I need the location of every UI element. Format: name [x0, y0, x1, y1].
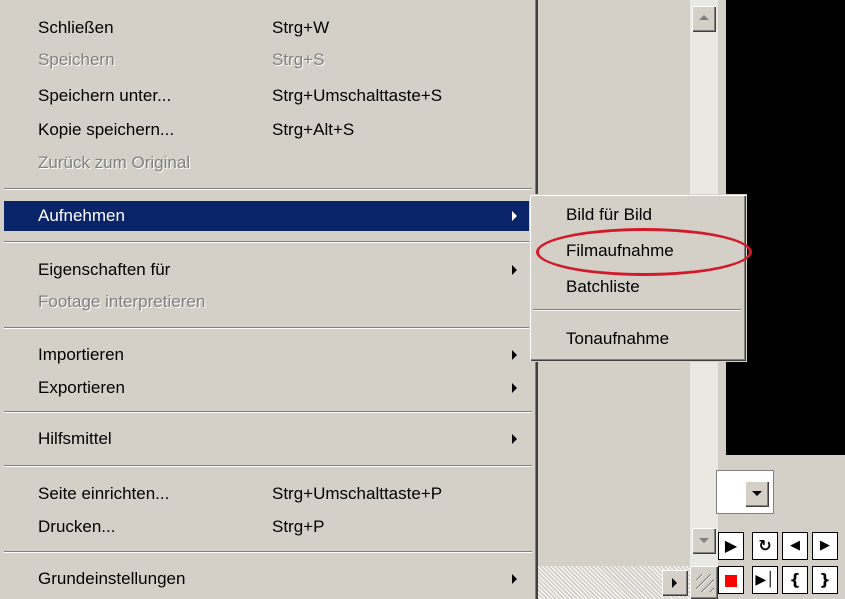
menu-item-speichern: Speichern Strg+S — [0, 45, 532, 75]
submenu-separator — [533, 309, 741, 311]
menu-item-label: Importieren — [38, 345, 124, 364]
zoom-dropdown[interactable] — [716, 470, 774, 514]
menu-item-label: Seite einrichten... — [38, 484, 170, 503]
menu-item-label: Eigenschaften für — [38, 260, 171, 279]
menu-item-importieren[interactable]: Importieren — [0, 340, 532, 370]
triangle-up-icon — [699, 15, 709, 20]
menu-item-label: Kopie speichern... — [38, 120, 175, 139]
menu-item-label: Aufnehmen — [38, 206, 125, 225]
loop-icon[interactable]: ↻ — [752, 532, 778, 560]
scroll-right-button[interactable] — [662, 570, 688, 596]
menu-item-label: Drucken... — [38, 517, 116, 536]
menu-separator — [4, 241, 532, 243]
record-icon[interactable] — [718, 566, 744, 594]
menu-item-label: Speichern unter... — [38, 86, 172, 105]
submenu-arrow-icon — [512, 211, 517, 221]
file-menu: Schließen Strg+W Speichern Strg+S Speich… — [0, 0, 538, 599]
menu-item-exportieren[interactable]: Exportieren — [0, 373, 532, 403]
submenu-arrow-icon — [512, 434, 517, 444]
step-forward-icon[interactable]: ▶ — [812, 532, 838, 560]
menu-item-shortcut: Strg+Umschalttaste+P — [272, 484, 443, 503]
submenu-arrow-icon — [512, 265, 517, 275]
triangle-down-icon — [699, 538, 709, 543]
menu-item-label: Speichern — [38, 50, 115, 69]
submenu-arrow-icon — [512, 574, 517, 584]
menu-item-kopie-speichern[interactable]: Kopie speichern... Strg+Alt+S — [0, 115, 532, 145]
menu-separator — [4, 465, 532, 467]
submenu-item-label: Bild für Bild — [566, 205, 652, 224]
menu-item-schliessen[interactable]: Schließen Strg+W — [0, 13, 532, 43]
highlight-ellipse — [536, 228, 752, 276]
menu-item-label: Hilfsmittel — [38, 429, 112, 448]
menu-item-shortcut: Strg+Alt+S — [272, 120, 355, 139]
capture-submenu: Bild für Bild Filmaufnahme Batchliste To… — [529, 194, 747, 362]
menu-item-hilfsmittel[interactable]: Hilfsmittel — [0, 424, 532, 454]
menu-item-shortcut: Strg+S — [272, 50, 325, 69]
chevron-down-icon — [752, 491, 762, 496]
menu-item-label: Schließen — [38, 18, 114, 37]
menu-item-speichern-unter[interactable]: Speichern unter... Strg+Umschalttaste+S — [0, 81, 532, 111]
menu-item-label: Grundeinstellungen — [38, 569, 186, 588]
go-to-end-icon[interactable]: ▶│ — [752, 566, 778, 594]
play-icon[interactable]: ▶ — [718, 532, 744, 560]
resize-grip-icon — [696, 574, 714, 592]
step-back-icon[interactable]: ◀ — [782, 532, 808, 560]
scroll-down-button[interactable] — [692, 528, 716, 554]
submenu-item-bild-fuer-bild[interactable]: Bild für Bild — [530, 199, 746, 231]
menu-item-seite-einrichten[interactable]: Seite einrichten... Strg+Umschalttaste+P — [0, 479, 532, 509]
scroll-up-button[interactable] — [692, 6, 716, 32]
menu-separator — [4, 411, 532, 413]
menu-item-shortcut: Strg+W — [272, 18, 330, 37]
submenu-item-label: Batchliste — [566, 277, 640, 296]
menu-item-zurueck-zum-original: Zurück zum Original — [0, 148, 532, 178]
submenu-item-label: Tonaufnahme — [566, 329, 670, 348]
triangle-right-icon — [672, 578, 677, 588]
menu-separator — [4, 551, 532, 553]
menu-item-aufnehmen[interactable]: Aufnehmen — [4, 201, 532, 231]
menu-item-grundeinstellungen[interactable]: Grundeinstellungen — [0, 564, 532, 594]
menu-item-footage-interpretieren: Footage interpretieren — [0, 287, 532, 317]
submenu-arrow-icon — [512, 383, 517, 393]
set-in-point-icon[interactable]: { — [782, 566, 808, 594]
menu-item-label: Exportieren — [38, 378, 125, 397]
menu-item-drucken[interactable]: Drucken... Strg+P — [0, 512, 532, 542]
menu-item-shortcut: Strg+P — [272, 517, 325, 536]
menu-separator — [4, 188, 532, 190]
dropdown-button[interactable] — [745, 481, 769, 507]
menu-item-eigenschaften-fuer[interactable]: Eigenschaften für — [0, 255, 532, 285]
resize-grip[interactable] — [690, 566, 718, 599]
menu-item-label: Zurück zum Original — [38, 153, 191, 172]
submenu-item-tonaufnahme[interactable]: Tonaufnahme — [530, 323, 746, 355]
set-out-point-icon[interactable]: } — [812, 566, 838, 594]
submenu-arrow-icon — [512, 350, 517, 360]
transport-controls: ▶ ↻ ◀ ▶ ▶│ { } — [718, 526, 845, 599]
menu-item-shortcut: Strg+Umschalttaste+S — [272, 86, 443, 105]
menu-item-label: Footage interpretieren — [38, 292, 206, 311]
menu-separator — [4, 327, 532, 329]
